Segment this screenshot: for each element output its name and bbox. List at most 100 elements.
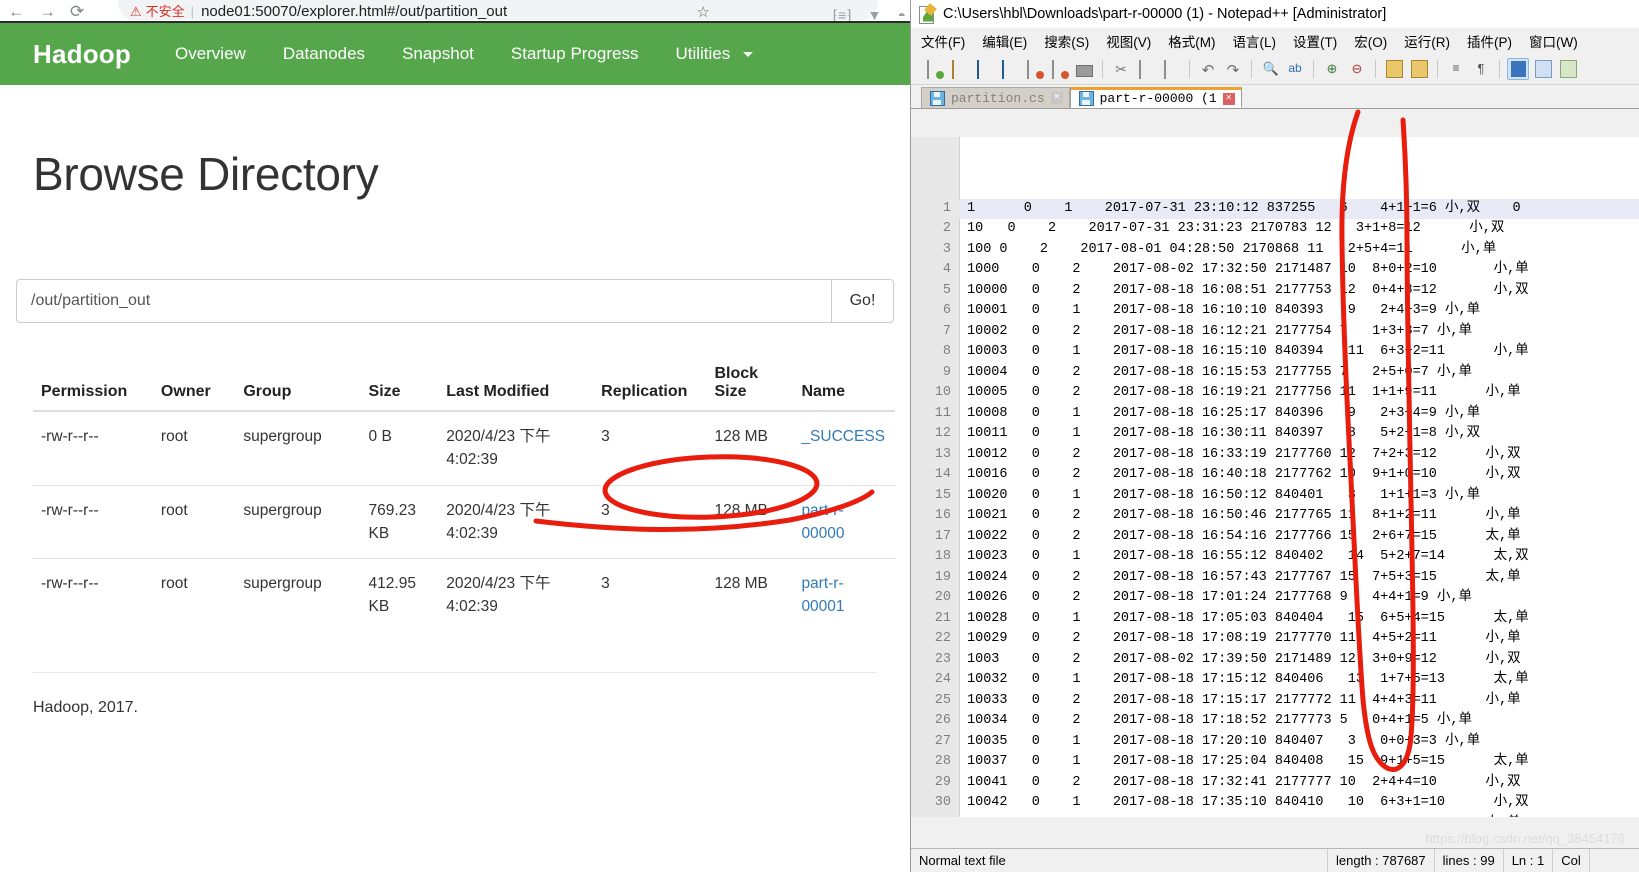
sync-scroll-v-icon[interactable]	[1383, 58, 1405, 80]
open-folder-icon[interactable]	[948, 58, 970, 80]
editor-line[interactable]: 4 1000 0 2 2017-08-02 17:32:50 2171487 10…	[911, 260, 1639, 281]
zoom-out-icon[interactable]: ⊖	[1346, 58, 1368, 80]
editor-line[interactable]: 2 10 0 2 2017-07-31 23:31:23 2170783 12 3…	[911, 219, 1639, 240]
editor-line[interactable]: 29 10041 0 2 2017-08-18 17:32:41 2177777 …	[911, 772, 1639, 793]
editor-line[interactable]: 25 10033 0 2 2017-08-18 17:15:17 2177772 …	[911, 690, 1639, 711]
notepadpp-titlebar: C:\Users\hbl\Downloads\part-r-00000 (1) …	[911, 0, 1639, 28]
tab-partition-cs[interactable]: partition.cs ✕	[921, 87, 1070, 108]
address-bar[interactable]: ⚠ 不安全 | node01:50070/explorer.html#/out/…	[118, 0, 878, 20]
menu-language[interactable]: 语言(L)	[1233, 31, 1277, 51]
nav-snapshot[interactable]: Snapshot	[402, 44, 474, 64]
editor-line[interactable]: 3 100 0 2 2017-08-01 04:28:50 2170868 11 …	[911, 239, 1639, 260]
menu-edit[interactable]: 编辑(E)	[982, 31, 1027, 51]
nav-datanodes[interactable]: Datanodes	[283, 44, 365, 64]
header-replication[interactable]: Replication	[593, 365, 707, 412]
copy-icon[interactable]	[1135, 58, 1157, 80]
editor-line[interactable]: 1 1 0 1 2017-07-31 23:10:12 837255 6 4+1+…	[911, 198, 1639, 219]
close-icon[interactable]: ✕	[1222, 92, 1235, 105]
menu-view[interactable]: 视图(V)	[1106, 31, 1151, 51]
header-group[interactable]: Group	[235, 365, 361, 412]
editor-line[interactable]: 22 10029 0 2 2017-08-18 17:08:19 2177770 …	[911, 629, 1639, 650]
menu-macro[interactable]: 宏(O)	[1354, 31, 1387, 51]
extension-icon[interactable]: ⁅≡⁆	[833, 8, 852, 22]
menu-settings[interactable]: 设置(T)	[1293, 31, 1337, 51]
tab-part-r-00000[interactable]: part-r-00000 (1 ✕	[1069, 87, 1242, 108]
udl-dialog-icon[interactable]	[1532, 58, 1554, 80]
editor-line[interactable]: 23 1003 0 2 2017-08-02 17:39:50 2171489 1…	[911, 649, 1639, 670]
path-input[interactable]: /out/partition_out	[16, 279, 831, 323]
menu-plugins[interactable]: 插件(P)	[1467, 31, 1512, 51]
undo-icon[interactable]: ↶	[1197, 58, 1219, 80]
header-owner[interactable]: Owner	[152, 365, 236, 412]
file-link-part-r-00001[interactable]: part-r-00001	[801, 575, 844, 615]
editor-line[interactable]: 28 10037 0 1 2017-08-18 17:25:04 840408 1…	[911, 752, 1639, 773]
editor-line[interactable]: 17 10022 0 2 2017-08-18 16:54:16 2177766 …	[911, 526, 1639, 547]
reload-icon[interactable]: ⟳	[70, 3, 84, 20]
forward-arrow-icon[interactable]: →	[39, 3, 56, 20]
download-icon[interactable]: ▼	[868, 8, 882, 22]
find-icon[interactable]: 🔍	[1259, 58, 1281, 80]
print-icon[interactable]	[1073, 58, 1095, 80]
header-permission[interactable]: Permission	[33, 365, 153, 412]
menu-search[interactable]: 搜索(S)	[1044, 31, 1089, 51]
file-link-part-r-00000[interactable]: part-r-00000	[801, 502, 844, 542]
bookmark-star-icon[interactable]: ☆	[697, 3, 710, 21]
editor-line[interactable]: 27 10035 0 1 2017-08-18 17:20:10 840407 3…	[911, 731, 1639, 752]
menu-window[interactable]: 窗口(W)	[1529, 31, 1578, 51]
redo-icon[interactable]: ↷	[1222, 58, 1244, 80]
editor-line[interactable]: 24 10032 0 1 2017-08-18 17:15:12 840406 1…	[911, 670, 1639, 691]
sync-scroll-h-icon[interactable]	[1408, 58, 1430, 80]
save-icon[interactable]	[973, 58, 995, 80]
close-file-icon[interactable]	[1023, 58, 1045, 80]
header-last-modified[interactable]: Last Modified	[438, 365, 594, 412]
paste-icon[interactable]	[1160, 58, 1182, 80]
text-editor[interactable]: 1 1 0 1 2017-07-31 23:10:12 837255 6 4+1+…	[911, 137, 1639, 817]
editor-line[interactable]: 18 10023 0 1 2017-08-18 16:55:12 840402 1…	[911, 547, 1639, 568]
nav-overview[interactable]: Overview	[175, 44, 246, 64]
editor-line[interactable]: 15 10020 0 1 2017-08-18 16:50:12 840401 3…	[911, 485, 1639, 506]
editor-line[interactable]: 8 10003 0 1 2017-08-18 16:15:10 840394 11…	[911, 342, 1639, 363]
menu-format[interactable]: 格式(M)	[1168, 31, 1215, 51]
editor-line[interactable]: 21 10028 0 1 2017-08-18 17:05:03 840404 1…	[911, 608, 1639, 629]
menu-file[interactable]: 文件(F)	[921, 31, 965, 51]
header-block-size[interactable]: Block Size	[706, 365, 794, 412]
profile-icon[interactable]: ◓	[898, 8, 906, 22]
replace-icon[interactable]: ab	[1284, 58, 1306, 80]
editor-line[interactable]: 16 10021 0 2 2017-08-18 16:50:46 2177765 …	[911, 506, 1639, 527]
close-icon[interactable]: ✕	[1050, 92, 1063, 104]
url-text[interactable]: node01:50070/explorer.html#/out/partitio…	[201, 4, 507, 19]
close-all-icon[interactable]	[1048, 58, 1070, 80]
nav-startup-progress[interactable]: Startup Progress	[511, 44, 639, 64]
indent-guide-icon[interactable]	[1507, 58, 1529, 80]
nav-utilities[interactable]: Utilities	[675, 44, 730, 64]
file-link-success[interactable]: _SUCCESS	[801, 428, 885, 445]
back-arrow-icon[interactable]: ←	[8, 3, 25, 20]
editor-line[interactable]: 19 10024 0 2 2017-08-18 16:57:43 2177767 …	[911, 567, 1639, 588]
word-wrap-icon[interactable]: ≡	[1445, 58, 1467, 80]
header-size[interactable]: Size	[360, 365, 439, 412]
editor-line[interactable]: 26 10034 0 2 2017-08-18 17:18:52 2177773 …	[911, 711, 1639, 732]
editor-line[interactable]: 10 10005 0 2 2017-08-18 16:19:21 2177756 …	[911, 383, 1639, 404]
editor-line[interactable]: 12 10011 0 1 2017-08-18 16:30:11 840397 8…	[911, 424, 1639, 445]
chevron-down-icon[interactable]	[743, 51, 754, 57]
editor-line[interactable]: 6 10001 0 1 2017-08-18 16:10:10 840393 9 …	[911, 301, 1639, 322]
go-button[interactable]: Go!	[831, 279, 894, 323]
show-all-chars-icon[interactable]: ¶	[1470, 58, 1492, 80]
new-file-icon[interactable]	[923, 58, 945, 80]
editor-line[interactable]: 11 10008 0 1 2017-08-18 16:25:17 840396 9…	[911, 403, 1639, 424]
editor-line[interactable]: 14 10016 0 2 2017-08-18 16:40:18 2177762 …	[911, 465, 1639, 486]
editor-line[interactable]: 5 10000 0 2 2017-08-18 16:08:51 2177753 1…	[911, 280, 1639, 301]
editor-line[interactable]: 20 10026 0 2 2017-08-18 17:01:24 2177768 …	[911, 588, 1639, 609]
menu-run[interactable]: 运行(R)	[1404, 31, 1450, 51]
editor-line[interactable]: 9 10004 0 2 2017-08-18 16:15:53 2177755 7…	[911, 362, 1639, 383]
doc-map-icon[interactable]	[1557, 58, 1579, 80]
header-name[interactable]: Name	[793, 365, 895, 412]
editor-line[interactable]: 31 10046 0 2 2017-08-18 17:43:25 2177780 …	[911, 813, 1639, 817]
cut-icon[interactable]: ✂	[1110, 58, 1132, 80]
editor-line[interactable]: 13 10012 0 2 2017-08-18 16:33:19 2177760 …	[911, 444, 1639, 465]
save-all-icon[interactable]	[998, 58, 1020, 80]
editor-line[interactable]: 7 10002 0 2 2017-08-18 16:12:21 2177754 7…	[911, 321, 1639, 342]
editor-line[interactable]: 30 10042 0 1 2017-08-18 17:35:10 840410 1…	[911, 793, 1639, 814]
zoom-in-icon[interactable]: ⊕	[1321, 58, 1343, 80]
hadoop-brand[interactable]: Hadoop	[33, 39, 131, 70]
